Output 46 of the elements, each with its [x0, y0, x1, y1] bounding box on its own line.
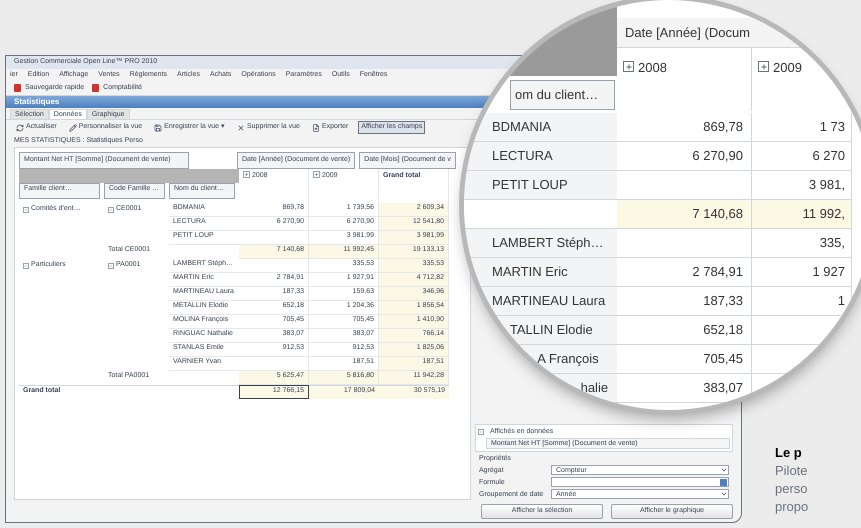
caption-text: Pilote — [775, 462, 808, 480]
panel-title: Statistiques — [14, 96, 60, 108]
table-cell: 652,18 — [617, 316, 752, 345]
document-icon — [92, 84, 100, 92]
dropdown-icon — [720, 490, 728, 498]
caption-heading: Le p — [775, 444, 803, 462]
action-icon — [68, 124, 77, 132]
dropdown-icon — [720, 466, 728, 474]
row-header: LAMBERT Stéph… — [464, 229, 617, 258]
column-header[interactable]: 2009 — [773, 58, 802, 78]
caption-text: propo — [775, 498, 808, 516]
row-header: PETIT LOUP — [464, 171, 617, 200]
collapse-icon[interactable] — [23, 206, 29, 212]
table-cell: 3 981, — [752, 171, 852, 200]
table-cell: 11 992, — [752, 200, 852, 229]
collapse-icon[interactable] — [108, 206, 114, 212]
collapse-icon[interactable] — [108, 262, 114, 268]
table-cell: 6 270,90 — [617, 142, 752, 171]
action-icon — [16, 124, 24, 132]
expand-icon[interactable] — [758, 61, 769, 72]
action-icon — [236, 124, 245, 132]
action-icon — [312, 124, 320, 132]
table-cell: 1 73 — [752, 113, 852, 142]
table-cell: 869,78 — [617, 113, 752, 142]
table-cell: 705,45 — [617, 345, 752, 374]
expand-icon[interactable] — [623, 61, 634, 72]
caption-text: perso — [775, 480, 808, 498]
document-icon — [14, 84, 21, 92]
table-cell: 1 927 — [752, 258, 852, 287]
expand-icon[interactable] — [313, 170, 320, 178]
table-cell: 2 784,91 — [617, 258, 752, 287]
expand-icon[interactable] — [243, 170, 250, 178]
property-field[interactable] — [551, 477, 729, 487]
collapse-icon[interactable] — [23, 262, 29, 268]
table-cell: 1 — [752, 287, 852, 316]
column-header[interactable]: 2008 — [638, 58, 667, 78]
table-cell: 335, — [752, 229, 852, 258]
action-icon — [154, 124, 162, 132]
picker-icon — [720, 478, 727, 486]
table-cell: 7 140,68 — [617, 200, 752, 229]
collapse-icon[interactable] — [478, 428, 484, 434]
table-cell: 6 270 — [752, 142, 852, 171]
table-cell: 383,07 — [617, 374, 752, 403]
row-header: LECTURA — [464, 142, 617, 171]
row-field-button[interactable]: om du client… — [510, 80, 615, 110]
table-cell: 187,33 — [617, 287, 752, 316]
